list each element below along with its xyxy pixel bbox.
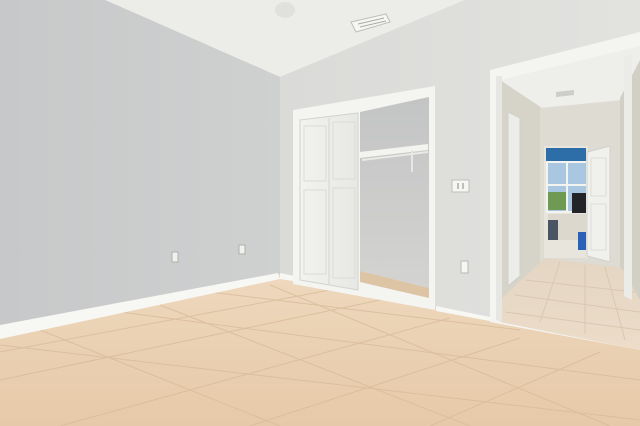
room-photo: [0, 0, 640, 426]
electrical-outlet-left-2: [171, 251, 179, 263]
doorway-jamb-left: [496, 76, 502, 322]
electrical-outlet-left-1: [238, 244, 246, 255]
electrical-outlet-right: [460, 260, 469, 274]
hallway-side-door: [507, 111, 521, 288]
chair: [548, 220, 558, 240]
window-foliage: [548, 192, 566, 210]
closet-door[interactable]: [299, 112, 359, 291]
doorway-jamb-right: [624, 54, 632, 300]
monitor: [572, 193, 586, 213]
closet-interior: [360, 97, 429, 288]
light-switch-toggle-2: [462, 183, 464, 189]
light-switch-toggle: [457, 183, 459, 189]
interior-door[interactable]: [586, 145, 611, 263]
room-photo-drawing: [0, 0, 640, 426]
light-switch[interactable]: [451, 179, 470, 193]
far-room: [544, 146, 588, 258]
blue-accent-wall: [546, 148, 586, 162]
ceiling-fixture-shadow: [275, 2, 295, 18]
blue-object: [578, 232, 586, 250]
